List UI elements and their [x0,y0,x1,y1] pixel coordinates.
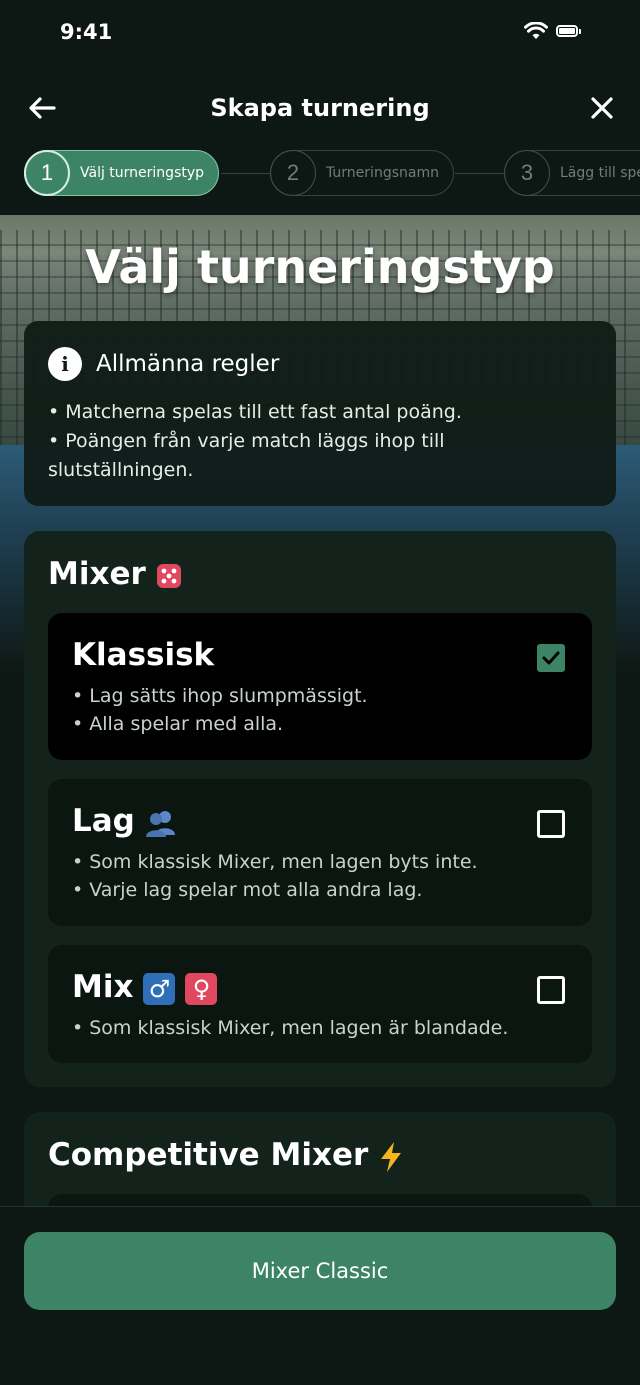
option-lag[interactable]: Lag • Som klassisk Mixer, men lagen byts… [48,779,592,926]
checkbox[interactable] [537,810,565,838]
wifi-icon [524,22,548,39]
page-title: Skapa turnering [210,94,430,122]
people-icon [145,810,175,837]
step-connector [221,173,270,174]
info-icon: i [48,347,82,381]
option-line: • Varje lag spelar mot alla andra lag. [72,879,423,901]
female-sign-icon: ♀ [185,972,218,1005]
checkbox[interactable] [537,976,565,1004]
option-mix[interactable]: Mix ♂ ♀ • Som klassisk Mixer, men lagen är… [48,945,592,1063]
step-number: 2 [270,150,316,196]
section-title: Competitive Mixer [48,1137,406,1173]
close-icon[interactable] [584,90,620,126]
option-line: • Lag sätts ihop slumpmässigt. [72,685,368,707]
rules-line: • Poängen från varje match läggs ihop ti… [48,430,445,452]
status-time: 9:41 [60,20,113,44]
section-title: Mixer [48,556,184,592]
bottom-bar: Mixer Classic [0,1206,640,1385]
step-number: 1 [24,150,70,196]
lightning-icon [381,1141,402,1172]
option-line: • Som klassisk Mixer, men lagen är bland… [72,1017,509,1039]
rules-line: • Matcherna spelas till ett fast antal p… [48,401,462,423]
option-klassisk[interactable]: Klassisk • Lag sätts ihop slumpmässigt. … [48,613,592,760]
step-2[interactable]: 2 Turneringsnamn [270,150,454,196]
status-bar: 9:41 [0,0,640,70]
checkbox-checked[interactable] [537,644,565,672]
mixer-classic-button[interactable]: Mixer Classic [24,1232,616,1310]
checkmark-icon [542,651,560,665]
step-1[interactable]: 1 Välj turneringstyp [24,150,220,196]
option-title: Lag [72,803,179,839]
step-3[interactable]: 3 Lägg till spelare [504,150,640,196]
step-number: 3 [504,150,550,196]
rules-line: slutställningen. [48,459,194,481]
step-connector [455,173,504,174]
stepper: 1 Välj turneringstyp 2 Turneringsnamn 3 … [0,150,640,198]
step-label: Turneringsnamn [326,165,439,181]
male-sign-icon: ♂ [143,972,176,1005]
step-label: Lägg till spelare [560,165,640,181]
mixer-section: Mixer Klassisk • Lag sätts ihop slumpmäs… [24,531,616,1087]
option-line: • Alla spelar med alla. [72,713,284,735]
option-title: Klassisk [72,637,215,673]
battery-icon [556,25,578,37]
hero-title: Välj turneringstyp [85,240,555,294]
option-line: • Som klassisk Mixer, men lagen byts int… [72,851,478,873]
general-rules-card: i Allmänna regler • Matcherna spelas til… [24,321,616,506]
dice-icon [156,563,181,588]
rules-title: Allmänna regler [96,351,280,377]
header: Skapa turnering [0,70,640,150]
option-title: Mix ♂ ♀ [72,969,218,1005]
step-label: Välj turneringstyp [80,165,205,181]
